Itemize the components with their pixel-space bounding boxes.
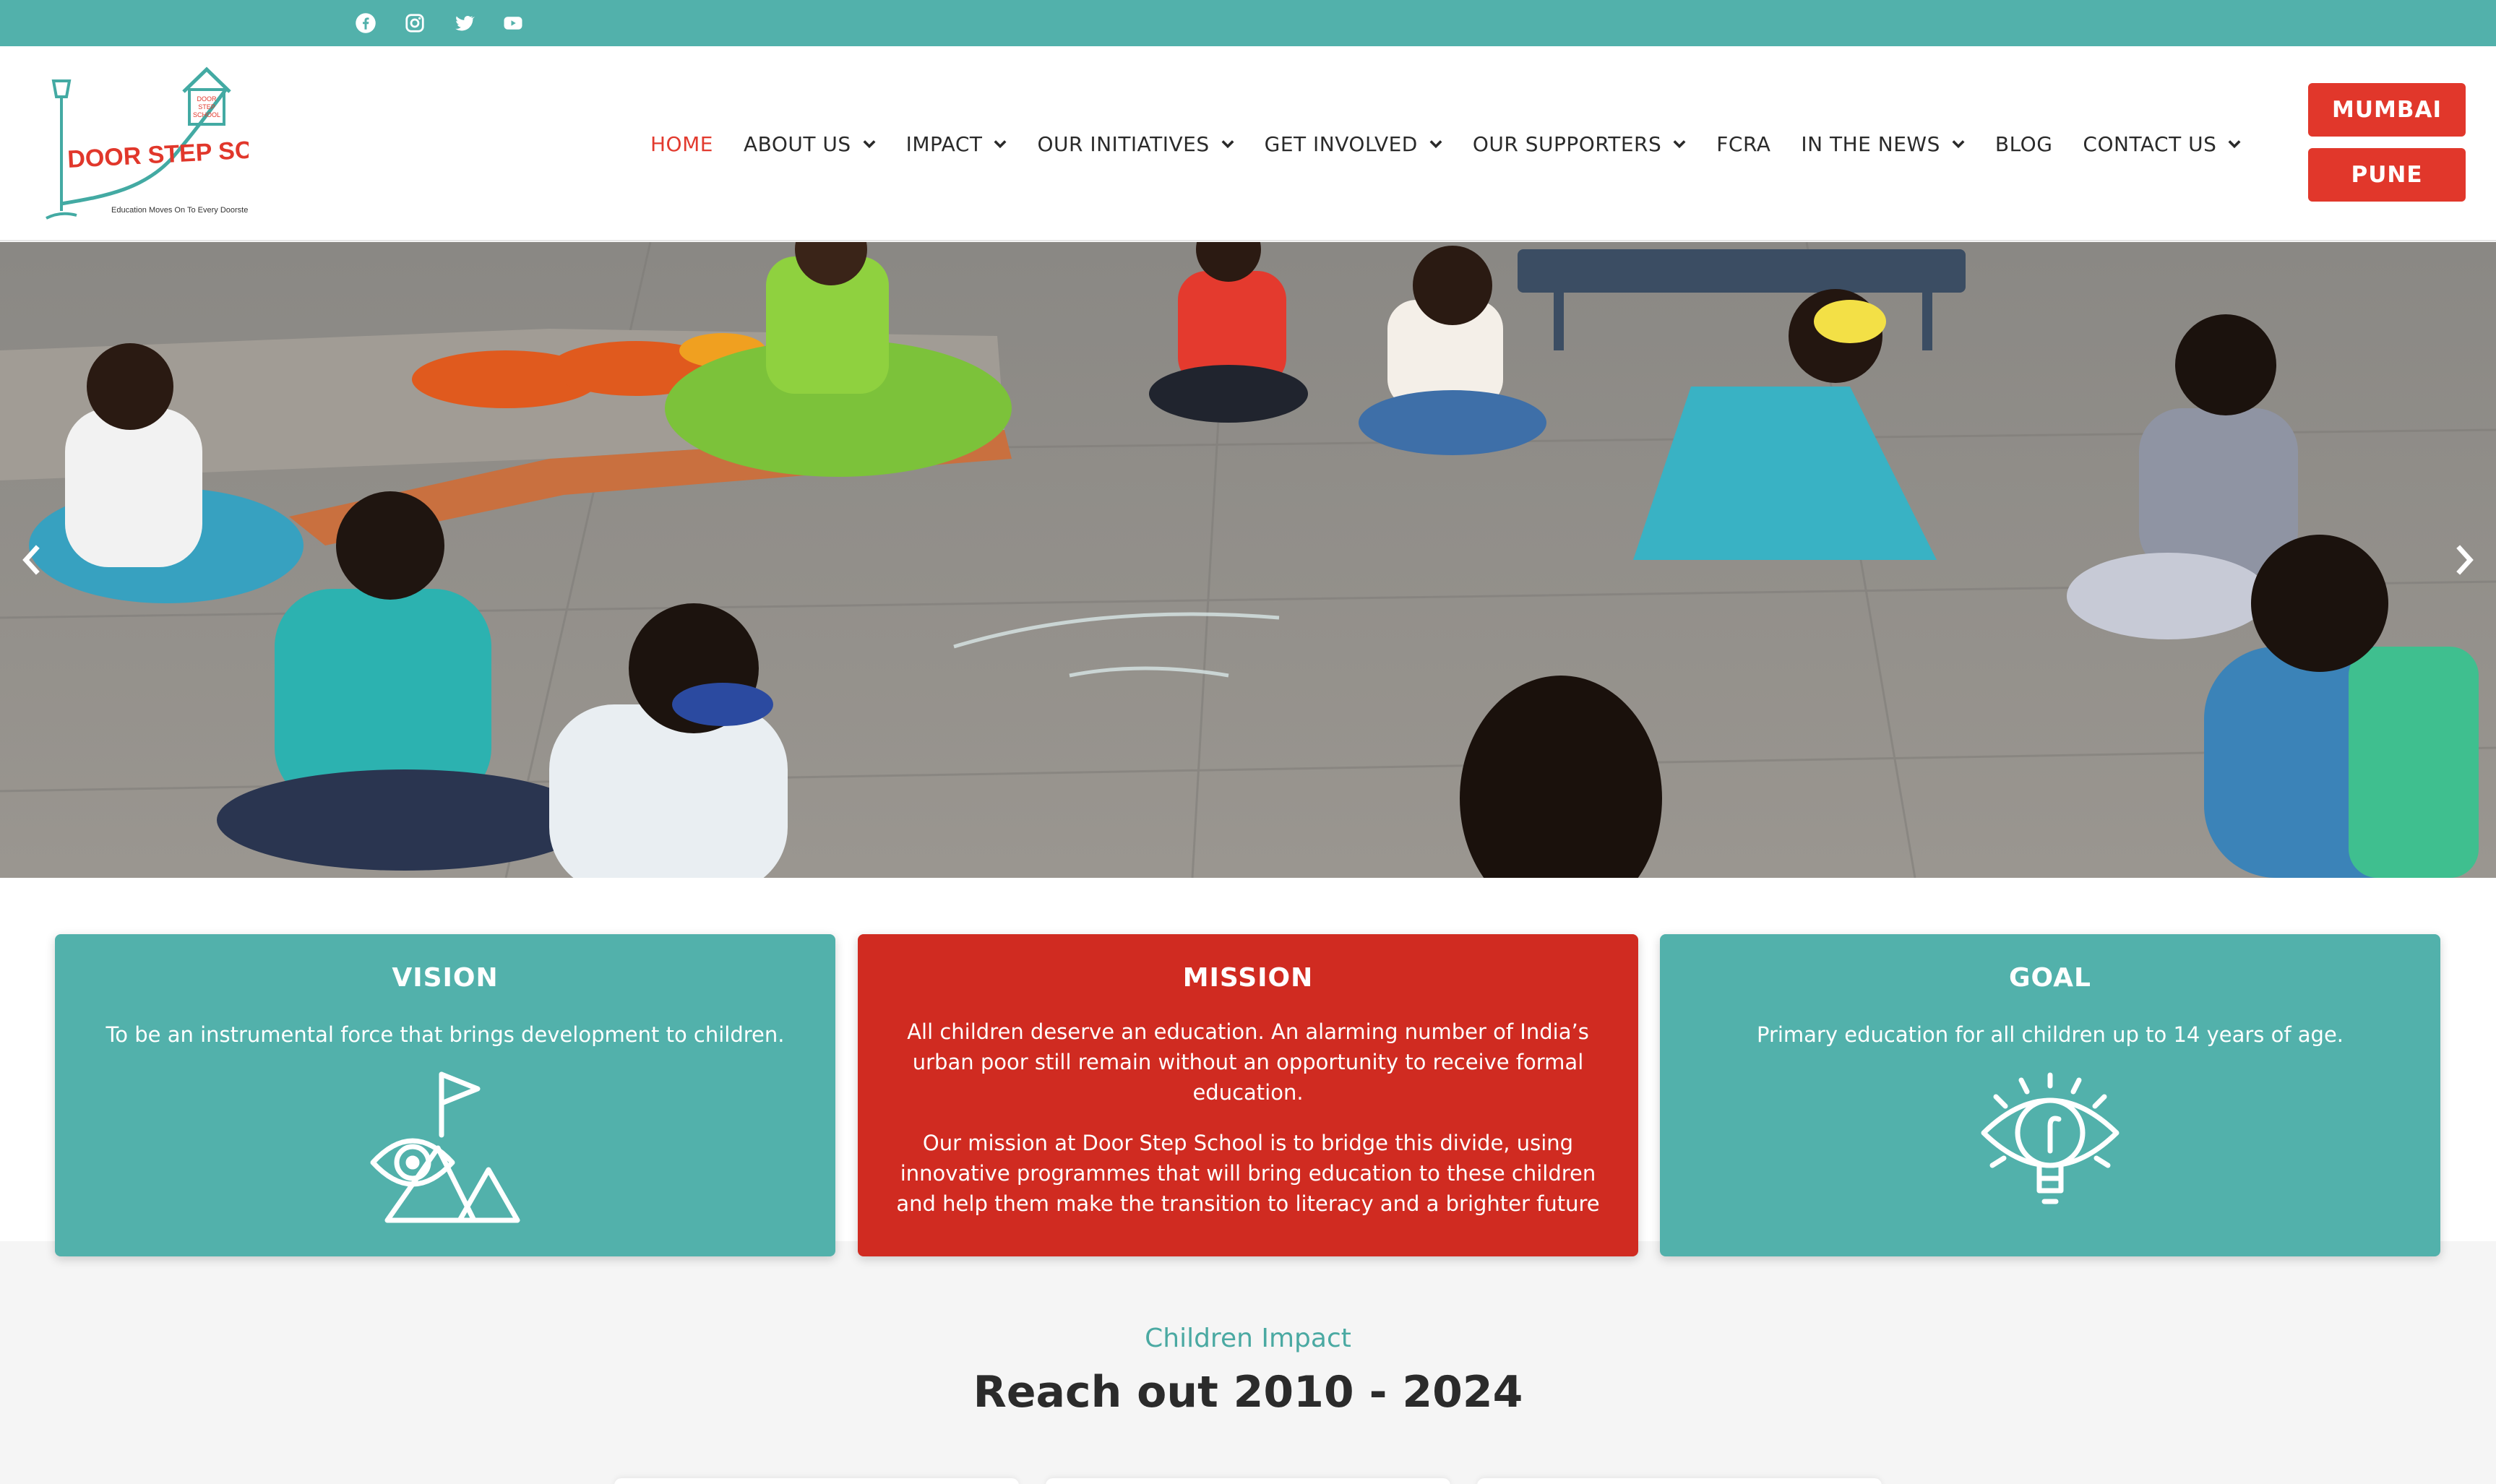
hero-slider [0,242,2496,878]
nav-get-involved[interactable]: GET INVOLVED [1265,132,1442,156]
vision-text: To be an instrumental force that brings … [106,1022,785,1047]
impact-section-bg [0,1241,2496,1484]
facebook-icon[interactable] [348,0,384,46]
impact-subtitle: Children Impact [1145,1324,1351,1353]
svg-text:Education Moves On To Every Do: Education Moves On To Every Doorstep [111,206,249,215]
house-icon: DOOR STEP SCHOOL [182,66,231,126]
nav-blog[interactable]: BLOG [1995,132,2053,156]
nav-fcra[interactable]: FCRA [1716,132,1770,156]
nav-contact-us[interactable]: CONTACT US [2083,132,2241,156]
vision-title: VISION [392,963,499,993]
lightbulb-eye-icon [1981,1072,2120,1204]
goal-card: GOAL Primary education for all children … [1660,934,2440,1256]
nav-our-supporters[interactable]: OUR SUPPORTERS [1473,132,1686,156]
youtube-icon[interactable] [495,0,531,46]
svg-text:SCHOOL: SCHOOL [193,111,220,118]
vision-card: VISION To be an instrumental force that … [55,934,835,1256]
impact-title: Reach out 2010 - 2024 [973,1367,1523,1418]
nav-home[interactable]: HOME [650,132,713,156]
nav-in-the-news[interactable]: IN THE NEWS [1801,132,1965,156]
chevron-down-icon [863,140,876,149]
mumbai-button[interactable]: MUMBAI [2308,83,2466,137]
vision-eye-mountain-icon [370,1071,520,1223]
instagram-icon[interactable] [397,0,433,46]
stat-card [614,1478,1019,1484]
stat-card [1477,1478,1882,1484]
svg-text:DOOR: DOOR [197,95,218,103]
chevron-right-icon [2456,545,2474,575]
svg-text:STEP: STEP [198,103,215,111]
slider-next-button[interactable] [2443,538,2486,582]
logo[interactable]: DOOR STEP SCHOOL DOOR STEP SCHOOL Educat… [39,59,324,233]
main-nav: HOME ABOUT US IMPACT OUR INITIATIVES GET… [650,46,2271,241]
goal-title: GOAL [2009,963,2091,993]
chevron-down-icon [1221,140,1234,149]
nav-about-us[interactable]: ABOUT US [744,132,876,156]
chevron-down-icon [994,140,1007,149]
mission-text: All children deserve an education. An al… [896,1019,1600,1216]
stat-card [1046,1478,1450,1484]
nav-impact[interactable]: IMPACT [906,132,1007,156]
hero-image [0,242,2496,878]
site-header: DOOR STEP SCHOOL DOOR STEP SCHOOL Educat… [0,46,2496,241]
chevron-down-icon [1952,140,1965,149]
chevron-down-icon [2228,140,2241,149]
goal-text: Primary education for all children up to… [1756,1022,2344,1047]
pune-button[interactable]: PUNE [2308,148,2466,202]
twitter-icon[interactable] [446,0,482,46]
svg-text:DOOR STEP SCHOOL: DOOR STEP SCHOOL [66,132,249,173]
mission-title: MISSION [1182,963,1314,993]
top-bar [0,0,2496,46]
chevron-down-icon [1673,140,1686,149]
slider-prev-button[interactable] [10,538,53,582]
nav-our-initiatives[interactable]: OUR INITIATIVES [1037,132,1234,156]
chevron-down-icon [1429,140,1442,149]
mission-card: MISSION All children deserve an educatio… [858,934,1638,1256]
chevron-left-icon [22,545,40,575]
